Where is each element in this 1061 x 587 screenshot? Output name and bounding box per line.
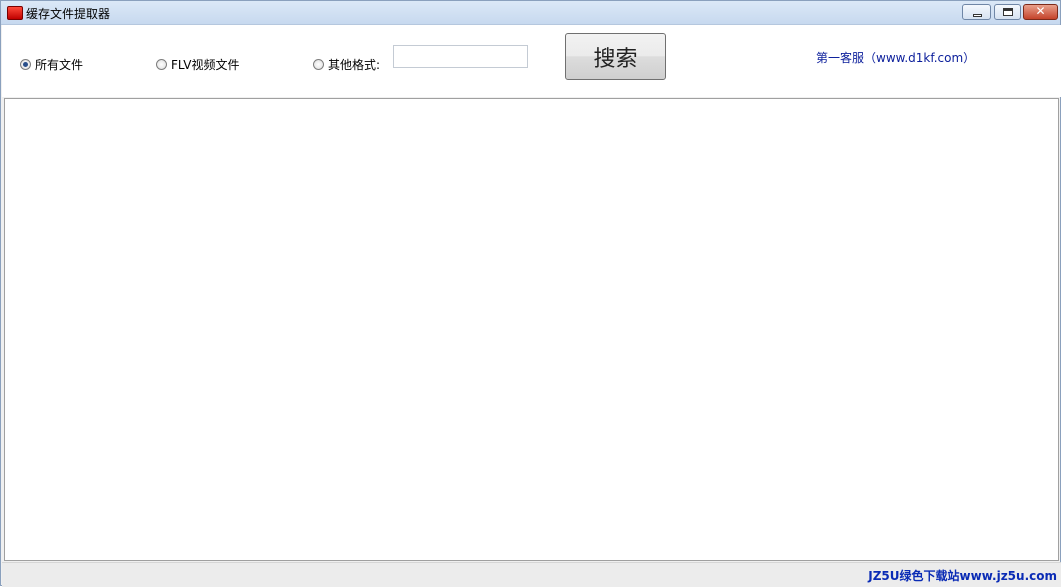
- close-button[interactable]: ✕: [1023, 4, 1058, 20]
- radio-all-files-icon[interactable]: [20, 59, 31, 70]
- window-title: 缓存文件提取器: [26, 7, 111, 21]
- minimize-icon: [973, 14, 982, 17]
- radio-flv-files-label: FLV视频文件: [171, 58, 240, 72]
- results-list[interactable]: [4, 98, 1059, 561]
- other-format-input[interactable]: [393, 45, 528, 68]
- status-bar: JZ5U绿色下载站www.jz5u.com: [2, 562, 1061, 587]
- search-button[interactable]: 搜索: [565, 33, 666, 80]
- title-bar[interactable]: 缓存文件提取器 ✕: [1, 1, 1060, 25]
- radio-all-files[interactable]: 所有文件: [20, 56, 83, 73]
- radio-flv-files-icon[interactable]: [156, 59, 167, 70]
- close-icon: ✕: [1035, 4, 1046, 18]
- radio-all-files-label: 所有文件: [35, 58, 84, 72]
- app-window: 缓存文件提取器 ✕ 所有文件 FLV视频文件 其他格式: 搜索 第一客服（www…: [0, 0, 1061, 587]
- radio-other-format-label: 其他格式:: [328, 58, 381, 72]
- radio-other-format-icon[interactable]: [313, 59, 324, 70]
- maximize-button[interactable]: [994, 4, 1021, 20]
- radio-flv-files[interactable]: FLV视频文件: [156, 56, 239, 73]
- radio-other-format[interactable]: 其他格式:: [313, 56, 380, 73]
- app-icon: [7, 6, 23, 20]
- minimize-button[interactable]: [962, 4, 991, 20]
- maximize-icon: [1003, 8, 1013, 16]
- support-link[interactable]: 第一客服（www.d1kf.com）: [816, 49, 975, 66]
- watermark-text: JZ5U绿色下载站www.jz5u.com: [868, 569, 1057, 583]
